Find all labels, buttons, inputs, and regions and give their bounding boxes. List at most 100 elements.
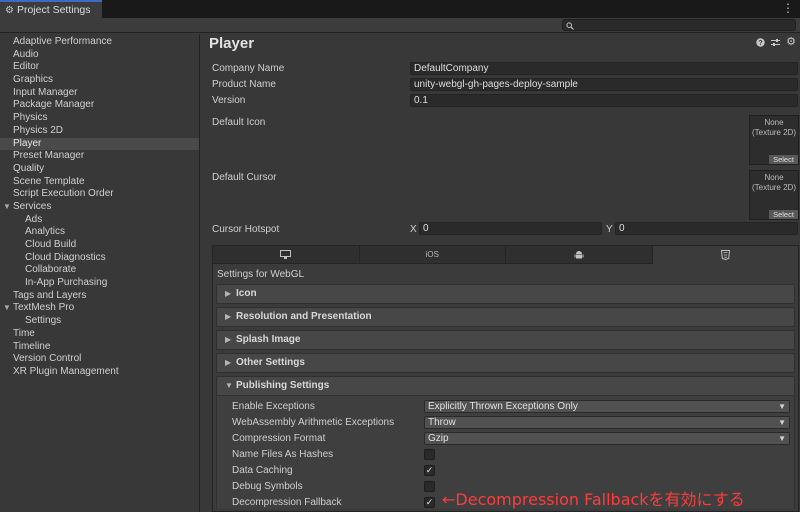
sidebar-item-cloud-build[interactable]: Cloud Build: [0, 239, 199, 252]
sidebar-item-label: Player: [13, 137, 42, 149]
sidebar-item-label: Version Control: [13, 353, 82, 365]
sidebar-item-input-manager[interactable]: Input Manager: [0, 87, 199, 100]
help-icon[interactable]: ?: [756, 38, 765, 50]
sidebar-item-package-manager[interactable]: Package Manager: [0, 99, 199, 112]
expand-arrow-icon[interactable]: ▼: [3, 302, 11, 315]
sidebar-item-label: Collaborate: [25, 264, 77, 276]
slot-none-text: None: [764, 118, 784, 127]
sidebar-item-settings[interactable]: Settings: [0, 315, 199, 328]
select-button[interactable]: Select: [769, 210, 798, 219]
expand-arrow-icon: ▶: [225, 312, 232, 321]
slot-none-text: None: [764, 173, 784, 182]
foldout-publishing[interactable]: ▼ Publishing Settings: [216, 376, 795, 396]
product-name-field[interactable]: unity-webgl-gh-pages-deploy-sample: [410, 78, 798, 91]
default-cursor-slot[interactable]: None (Texture 2D) Select: [749, 170, 799, 220]
name-files-hashes-label: Name Files As Hashes: [232, 449, 334, 460]
sidebar-item-time[interactable]: Time: [0, 328, 199, 341]
preset-icon[interactable]: [771, 38, 781, 50]
expand-arrow-icon[interactable]: ▼: [3, 201, 11, 214]
sidebar-item-cloud-diagnostics[interactable]: Cloud Diagnostics: [0, 252, 199, 265]
sidebar-item-editor[interactable]: Editor: [0, 61, 199, 74]
android-icon: [574, 251, 584, 262]
sidebar-item-label: Physics: [13, 112, 48, 124]
monitor-icon: [280, 250, 292, 261]
tab-android[interactable]: [506, 246, 653, 264]
name-files-hashes-checkbox[interactable]: [424, 449, 435, 460]
sidebar-item-label: Tags and Layers: [13, 289, 87, 301]
sidebar-item-quality[interactable]: Quality: [0, 163, 199, 176]
default-icon-label: Default Icon: [212, 117, 266, 128]
sidebar-item-version-control[interactable]: Version Control: [0, 353, 199, 366]
sidebar-item-label: Cloud Build: [25, 239, 77, 250]
sidebar-item-analytics[interactable]: Analytics: [0, 226, 199, 239]
sidebar-item-script-execution-order[interactable]: Script Execution Order: [0, 188, 199, 201]
dropdown-value: Explicitly Thrown Exceptions Only: [428, 401, 578, 412]
chevron-down-icon: ▼: [778, 418, 786, 427]
decompression-fallback-checkbox[interactable]: ✓: [424, 497, 435, 508]
sidebar-item-in-app-purchasing[interactable]: In-App Purchasing: [0, 277, 199, 290]
collapse-arrow-icon: ▼: [225, 381, 233, 390]
compression-format-dropdown[interactable]: Gzip ▼: [424, 432, 790, 445]
tab-standalone[interactable]: [213, 246, 360, 264]
foldout-label: Publishing Settings: [236, 380, 330, 391]
sidebar-item-physics-2d[interactable]: Physics 2D: [0, 125, 199, 138]
default-cursor-label: Default Cursor: [212, 172, 277, 183]
sidebar-item-label: In-App Purchasing: [25, 277, 108, 289]
version-field[interactable]: 0.1: [410, 94, 798, 107]
sidebar-item-graphics[interactable]: Graphics: [0, 74, 199, 87]
chevron-down-icon: ▼: [778, 434, 786, 443]
foldout-resolution[interactable]: ▶ Resolution and Presentation: [216, 307, 795, 327]
hotspot-y-field[interactable]: 0: [615, 222, 798, 235]
tab-webgl[interactable]: [652, 246, 798, 264]
sidebar-item-ads[interactable]: Ads: [0, 214, 199, 227]
decompression-fallback-label: Decompression Fallback: [232, 497, 342, 508]
foldout-other[interactable]: ▶ Other Settings: [216, 353, 795, 373]
search-toolbar: [0, 18, 800, 33]
sidebar-item-label: Preset Manager: [13, 150, 85, 162]
wasm-arith-dropdown[interactable]: Throw ▼: [424, 416, 790, 429]
product-name-label: Product Name: [212, 79, 276, 90]
sidebar-item-xr-plugin-management[interactable]: XR Plugin Management: [0, 366, 199, 379]
default-icon-slot[interactable]: None (Texture 2D) Select: [749, 115, 799, 165]
version-label: Version: [212, 95, 246, 106]
sidebar-item-label: Script Execution Order: [13, 188, 114, 200]
sidebar-item-physics[interactable]: Physics: [0, 112, 199, 125]
hotspot-x-field[interactable]: 0: [419, 222, 602, 235]
sidebar-item-audio[interactable]: Audio: [0, 49, 199, 62]
kebab-menu-icon[interactable]: ⋮: [782, 2, 794, 14]
foldout-icon[interactable]: ▶ Icon: [216, 284, 795, 304]
sidebar-item-timeline[interactable]: Timeline: [0, 341, 199, 354]
cursor-hotspot-label: Cursor Hotspot: [212, 224, 280, 235]
project-settings-tab[interactable]: ⚙ Project Settings: [0, 0, 102, 18]
foldout-label: Other Settings: [236, 357, 305, 368]
sidebar-item-player[interactable]: Player: [0, 137, 199, 151]
select-button[interactable]: Select: [769, 155, 798, 164]
foldout-label: Splash Image: [236, 334, 301, 345]
foldout-splash[interactable]: ▶ Splash Image: [216, 330, 795, 350]
sidebar-item-label: Adaptive Performance: [13, 36, 112, 47]
sidebar-item-label: Time: [13, 327, 35, 339]
sidebar-item-adaptive-performance[interactable]: Adaptive Performance: [0, 36, 199, 49]
sidebar-item-preset-manager[interactable]: Preset Manager: [0, 150, 199, 163]
sidebar-item-collaborate[interactable]: Collaborate: [0, 264, 199, 277]
sidebar-item-label: Cloud Diagnostics: [25, 251, 106, 263]
search-input[interactable]: [562, 19, 796, 31]
expand-arrow-icon: ▶: [225, 335, 232, 344]
debug-symbols-checkbox[interactable]: [424, 481, 435, 492]
sidebar-item-label: Graphics: [13, 74, 54, 86]
sidebar-item-label: Scene Template: [13, 175, 85, 187]
company-name-field[interactable]: DefaultCompany: [410, 62, 798, 75]
sidebar-item-label: Quality: [13, 162, 45, 174]
expand-arrow-icon: ▶: [225, 289, 232, 298]
foldout-label: Icon: [236, 288, 257, 299]
tab-ios[interactable]: iOS: [359, 246, 506, 264]
sidebar-item-textmesh-pro[interactable]: ▼ TextMesh Pro: [0, 302, 199, 315]
enable-exceptions-dropdown[interactable]: Explicitly Thrown Exceptions Only ▼: [424, 400, 790, 413]
red-annotation-text: ←Decompression Fallbackを有効にする: [442, 490, 745, 509]
sidebar-item-services[interactable]: ▼ Services: [0, 201, 199, 214]
settings-gear-icon[interactable]: ⚙: [786, 37, 796, 50]
sidebar-item-tags-and-layers[interactable]: Tags and Layers: [0, 290, 199, 303]
sidebar-item-scene-template[interactable]: Scene Template: [0, 176, 199, 189]
data-caching-checkbox[interactable]: ✓: [424, 465, 435, 476]
company-name-label: Company Name: [212, 63, 285, 74]
